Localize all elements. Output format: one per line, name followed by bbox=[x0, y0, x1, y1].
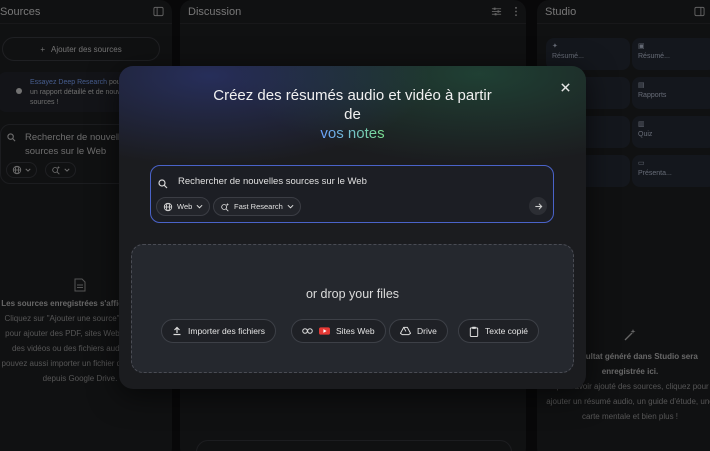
search-icon bbox=[158, 176, 168, 194]
web-search-input[interactable]: Rechercher de nouvelles sources sur le W… bbox=[178, 176, 367, 187]
drive-icon bbox=[400, 326, 411, 336]
import-files-button[interactable]: Importer des fichiers bbox=[161, 319, 276, 343]
dialog-title: Créez des résumés audio et vidéo à parti… bbox=[213, 87, 492, 142]
youtube-icon bbox=[319, 327, 330, 335]
submit-search-button[interactable] bbox=[529, 197, 547, 215]
drive-button[interactable]: Drive bbox=[389, 319, 448, 343]
chevron-down-icon bbox=[287, 204, 294, 209]
clipboard-icon bbox=[469, 326, 479, 337]
websites-button[interactable]: Sites Web bbox=[291, 319, 386, 343]
upload-icon bbox=[173, 326, 181, 336]
web-source-chip[interactable]: Web bbox=[156, 197, 211, 216]
dialog-title-highlight: vos notes bbox=[320, 125, 385, 142]
arrow-right-icon bbox=[534, 202, 542, 210]
chevron-down-icon bbox=[196, 204, 203, 209]
close-icon[interactable] bbox=[556, 78, 574, 96]
globe-icon bbox=[163, 202, 173, 211]
web-search-box[interactable]: Rechercher de nouvelles sources sur le W… bbox=[150, 165, 554, 223]
research-mode-chip[interactable]: Fast Research bbox=[213, 197, 301, 216]
drop-zone-label: or drop your files bbox=[305, 287, 400, 301]
add-sources-dialog: Créez des résumés audio et vidéo à parti… bbox=[119, 66, 586, 389]
research-icon bbox=[221, 202, 230, 211]
link-icon bbox=[302, 328, 313, 334]
file-drop-zone[interactable]: or drop your files Importer des fichiers… bbox=[131, 244, 574, 373]
copied-text-button[interactable]: Texte copié bbox=[458, 319, 539, 343]
